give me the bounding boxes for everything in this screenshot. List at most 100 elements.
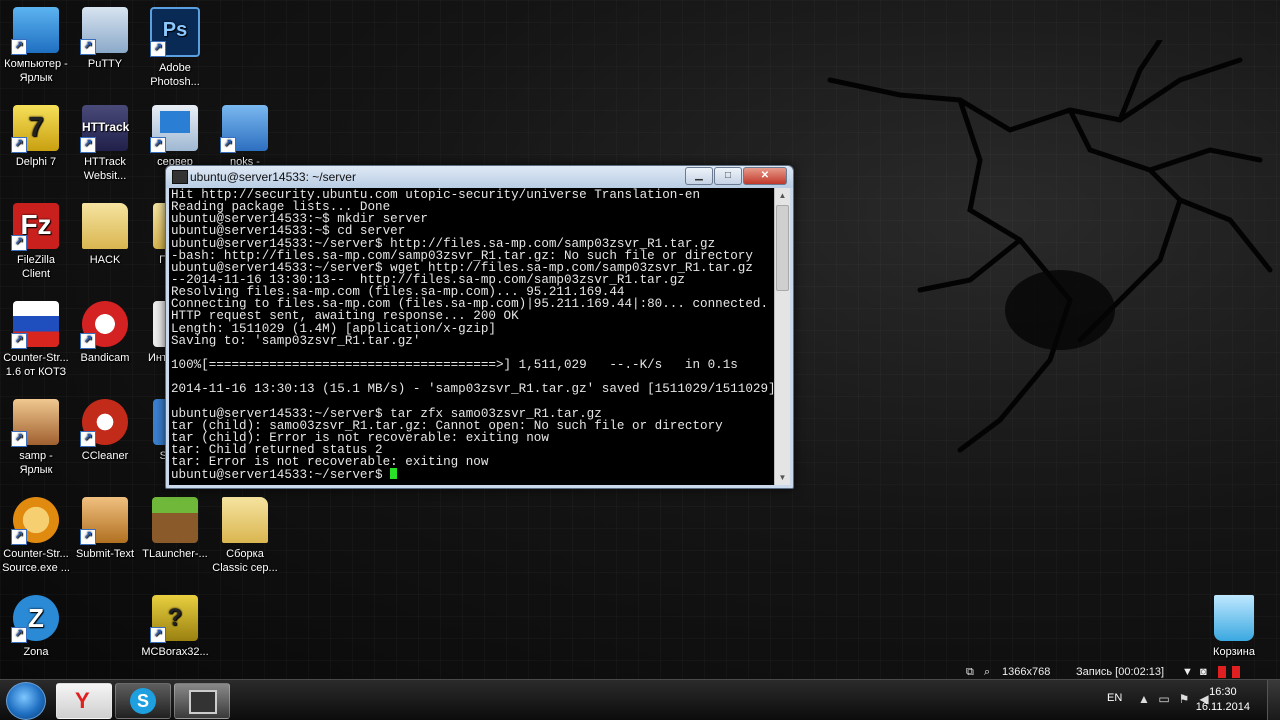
- minimize-button[interactable]: ▁: [685, 167, 713, 185]
- icon-label: Компьютер - Ярлык: [4, 58, 68, 84]
- desktop-icon-zona[interactable]: Z ↗ Zona: [0, 591, 72, 683]
- desktop-icon-putty[interactable]: ↗ PuTTY: [69, 3, 141, 95]
- record-indicator-icon[interactable]: [1218, 666, 1226, 678]
- terminal-line: HTTP request sent, awaiting response... …: [171, 309, 519, 324]
- bandicam-icon: ↗: [80, 301, 128, 349]
- close-button[interactable]: ✕: [743, 167, 787, 185]
- start-button[interactable]: [6, 682, 46, 720]
- desktop-icon-submit-text[interactable]: ↗ Submit-Text: [69, 493, 141, 585]
- desktop-icon-bandicam[interactable]: ↗ Bandicam: [69, 297, 141, 389]
- submit-text-icon: ↗: [80, 497, 128, 545]
- desktop-icon-samp[interactable]: ↗ samp - Ярлык: [0, 395, 72, 487]
- wallpaper-cracks: [827, 40, 1273, 453]
- yandex-icon: Y: [75, 688, 90, 713]
- icon-label: Adobe Photosh...: [150, 62, 200, 88]
- flag-icon[interactable]: ⚑: [1177, 692, 1191, 706]
- desktop-icon-computer[interactable]: ↗ Компьютер - Ярлык: [0, 3, 72, 95]
- desktop-icon-filezilla[interactable]: Fz ↗ FileZilla Client: [0, 199, 72, 291]
- desktop-icon-delphi[interactable]: 7 ↗ Delphi 7: [0, 101, 72, 193]
- folder-icon: [222, 497, 268, 543]
- clock-date: 16.11.2014: [1195, 701, 1250, 713]
- terminal-line: Length: 1511029 (1.4M) [application/x-gz…: [171, 321, 496, 336]
- desktop-icon-sborka[interactable]: Сборка Classic сер...: [209, 493, 281, 585]
- cs-source-icon: ↗: [11, 497, 59, 545]
- icon-label: Bandicam: [80, 352, 130, 364]
- icon-label: MCBorax32...: [141, 646, 209, 658]
- icon-label: Submit-Text: [75, 548, 135, 560]
- mcborax-icon: ? ↗: [150, 595, 198, 643]
- icon-label: PuTTY: [87, 58, 123, 70]
- icon-label: HTTrack Websit...: [83, 156, 127, 182]
- clock[interactable]: 16:30 16.11.2014: [1196, 685, 1250, 715]
- scroll-up-arrow-icon[interactable]: ▲: [775, 188, 790, 203]
- clock-time: 16:30: [1209, 686, 1237, 698]
- zona-icon: Z ↗: [11, 595, 59, 643]
- show-desktop-button[interactable]: [1267, 680, 1280, 720]
- terminal-prompt: ubuntu@server14533:~/server$: [171, 468, 391, 483]
- desktop-icon-mcborax[interactable]: ? ↗ MCBorax32...: [139, 591, 211, 683]
- stop-record-icon[interactable]: [1232, 666, 1240, 678]
- icon-label: Delphi 7: [15, 156, 57, 168]
- httrack-icon: HTTrack ↗: [80, 105, 129, 153]
- terminal-line: ubuntu@server14533:~/server$ tar zfx sam…: [171, 406, 602, 421]
- putty-terminal-window[interactable]: ubuntu@server14533: ~/server ▁ □ ✕ Hit htt…: [165, 165, 794, 489]
- terminal-prompt-line[interactable]: ubuntu@server14533:~/server$: [171, 468, 775, 483]
- maximize-button[interactable]: □: [714, 167, 742, 185]
- window-titlebar[interactable]: ubuntu@server14533: ~/server ▁ □ ✕: [166, 166, 793, 188]
- taskbar-skype[interactable]: S: [115, 683, 171, 719]
- icon-label: TLauncher-...: [142, 548, 208, 560]
- skype-icon: S: [130, 688, 156, 714]
- desktop-icon-photoshop[interactable]: Ps ↗ Adobe Photosh...: [139, 3, 211, 95]
- terminal-cursor: [390, 468, 398, 480]
- desktop-icon-hack[interactable]: HACK: [69, 199, 141, 291]
- icon-label: Counter-Str... 1.6 от КОТЗ: [3, 352, 69, 378]
- icon-label: FileZilla Client: [17, 254, 55, 280]
- scroll-down-arrow-icon[interactable]: ▼: [775, 470, 790, 485]
- window-title: ubuntu@server14533: ~/server: [190, 170, 356, 184]
- monitor-icon: ↗: [150, 105, 198, 153]
- terminal-line: ubuntu@server14533:~$ cd server: [171, 224, 406, 239]
- icon-label: Zona: [23, 646, 49, 658]
- desktop-icon-counter-strike-source[interactable]: ↗ Counter-Str... Source.exe ...: [0, 493, 72, 585]
- taskbar-yandex-browser[interactable]: Y: [56, 683, 112, 719]
- recycle-bin-icon: [1214, 595, 1254, 641]
- desktop-icon-counter-strike-16[interactable]: ↗ Counter-Str... 1.6 от КОТЗ: [0, 297, 72, 389]
- taskbar: Y S EN ▲ ▭ ⚑ ◀ 16:30 16.11.2014: [0, 679, 1280, 720]
- terminal-line: 100%[===================================…: [171, 357, 738, 372]
- ccleaner-icon: ↗: [80, 399, 128, 447]
- language-indicator[interactable]: EN: [1107, 692, 1122, 704]
- network-icon: ↗: [220, 105, 268, 153]
- icon-label: Counter-Str... Source.exe ...: [2, 548, 70, 574]
- putty-icon: [172, 170, 188, 184]
- photoshop-icon: Ps ↗: [150, 7, 200, 57]
- scrollbar-thumb[interactable]: [776, 205, 789, 291]
- russian-flag-icon: ↗: [11, 301, 59, 349]
- minecraft-icon: [152, 497, 198, 543]
- samp-icon: ↗: [11, 399, 59, 447]
- icon-label: Корзина: [1213, 646, 1255, 658]
- terminal-line: ubuntu@server14533:~/server$ http://file…: [171, 236, 716, 251]
- network-icon[interactable]: ▭: [1157, 692, 1171, 706]
- terminal-output[interactable]: Hit http://security.ubuntu.com utopic-se…: [169, 188, 775, 485]
- terminal-line: 2014-11-16 13:30:13 (15.1 MB/s) - 'samp0…: [171, 382, 775, 397]
- desktop-icon-tlauncher[interactable]: TLauncher-...: [139, 493, 211, 585]
- tray-expand-icon[interactable]: ▲: [1137, 692, 1151, 706]
- putty-icon: ↗: [80, 7, 128, 55]
- taskbar-putty[interactable]: [174, 683, 230, 719]
- terminal-line: tar: Error is not recoverable: exiting n…: [171, 455, 489, 470]
- icon-label: HACK: [89, 254, 121, 266]
- folder-icon: [82, 203, 128, 249]
- filezilla-icon: Fz ↗: [11, 203, 59, 251]
- icon-label: samp - Ярлык: [19, 450, 53, 476]
- icon-label: Сборка Classic сер...: [212, 548, 278, 574]
- desktop-icon-ccleaner[interactable]: ↗ CCleaner: [69, 395, 141, 487]
- icon-label: CCleaner: [81, 450, 129, 462]
- vertical-scrollbar[interactable]: ▲ ▼: [774, 188, 790, 485]
- window-controls: ▁ □ ✕: [684, 167, 787, 185]
- computer-icon: ↗: [11, 7, 59, 55]
- delphi-icon: 7 ↗: [11, 105, 59, 153]
- putty-icon: [189, 690, 217, 714]
- desktop-icon-httrack[interactable]: HTTrack ↗ HTTrack Websit...: [69, 101, 141, 193]
- terminal-line: Saving to: 'samp03zsvr_R1.tar.gz': [171, 333, 421, 348]
